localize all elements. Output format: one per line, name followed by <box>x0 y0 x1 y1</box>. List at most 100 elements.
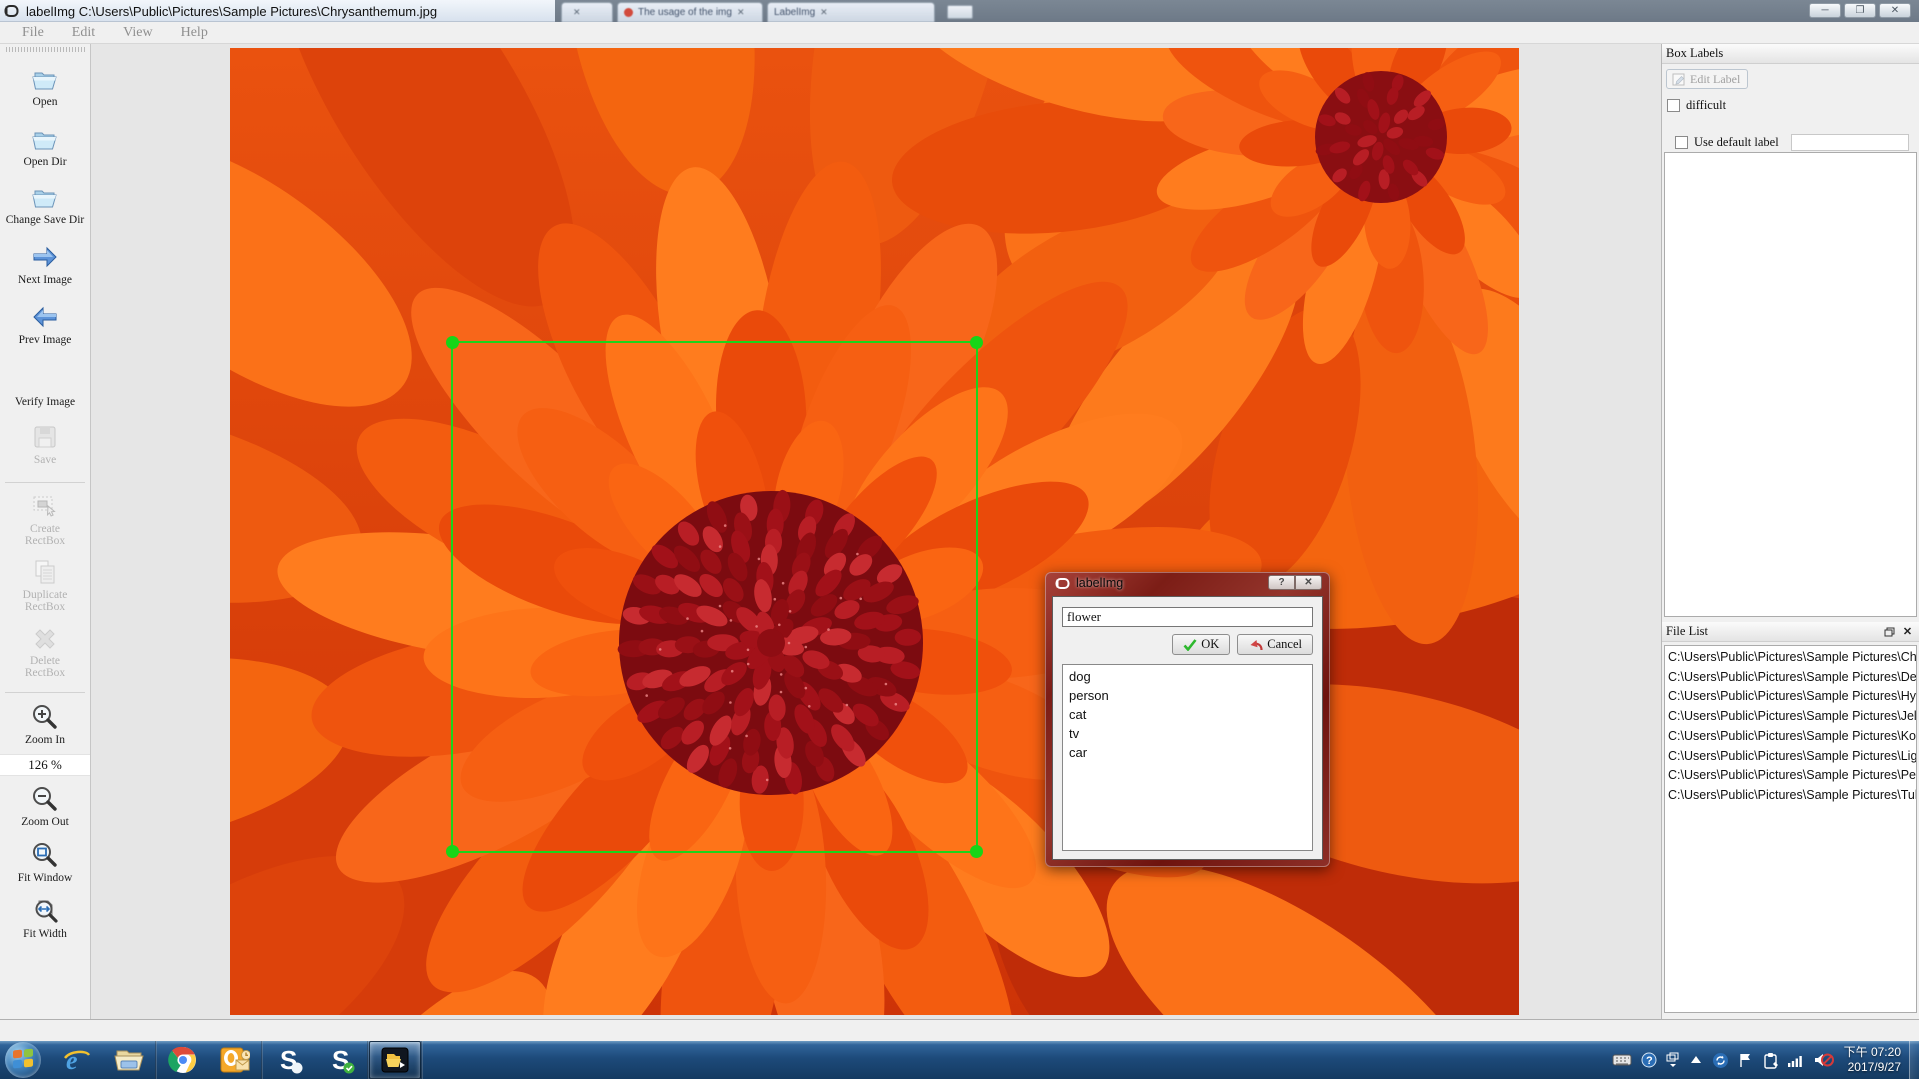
zoom-out-button[interactable]: Zoom Out <box>0 784 90 828</box>
keyboard-icon[interactable] <box>1612 1053 1632 1067</box>
zoom-level-value[interactable]: 126 % <box>0 754 90 776</box>
file-list-item[interactable]: C:\Users\Public\Pictures\Sample Pictures… <box>1665 668 1916 688</box>
change-save-dir-button[interactable]: Change Save Dir <box>0 182 90 226</box>
tab-close-icon[interactable]: ✕ <box>573 7 581 18</box>
label-options-list[interactable]: dogpersoncattvcar <box>1062 664 1313 851</box>
edit-label-button[interactable]: Edit Label <box>1666 69 1748 89</box>
duplicate-rectbox-button: Duplicate RectBox <box>0 557 90 613</box>
toolbar-label: Change Save Dir <box>6 214 85 226</box>
toolbar-label: Save <box>34 454 56 466</box>
bounding-box[interactable] <box>451 341 978 853</box>
dialog-body: OK Cancel dogpersoncattvcar <box>1052 596 1323 860</box>
volume-muted-icon[interactable] <box>1814 1052 1834 1068</box>
cancel-button[interactable]: Cancel <box>1237 634 1313 655</box>
dialog-help-button[interactable]: ? <box>1268 575 1295 590</box>
clipboard-icon[interactable] <box>1763 1052 1778 1069</box>
next-image-button[interactable]: Next Image <box>0 242 90 286</box>
toolbar-label: Zoom In <box>25 734 65 746</box>
taskbar-internet-explorer[interactable]: e <box>51 1041 103 1079</box>
internet-explorer-icon: e <box>62 1045 92 1075</box>
taskbar-labelimg[interactable] <box>369 1041 421 1079</box>
file-list-item[interactable]: C:\Users\Public\Pictures\Sample Pictures… <box>1665 786 1916 806</box>
open-button[interactable]: Open <box>0 64 90 108</box>
label-input[interactable] <box>1062 607 1313 627</box>
menu-edit[interactable]: Edit <box>60 24 107 42</box>
file-list-item[interactable]: C:\Users\Public\Pictures\Sample Pictures… <box>1665 747 1916 767</box>
check-icon <box>1183 639 1197 651</box>
dialog-close-button[interactable]: ✕ <box>1295 575 1322 590</box>
menu-view[interactable]: View <box>111 24 164 42</box>
labelimg-icon <box>380 1046 410 1074</box>
file-list-item[interactable]: C:\Users\Public\Pictures\Sample Pictures… <box>1665 648 1916 668</box>
labelimg-dialog-icon <box>1055 577 1070 590</box>
label-option-cat[interactable]: cat <box>1063 705 1312 724</box>
arrow-left-icon <box>31 302 59 332</box>
action-center-icon[interactable] <box>1738 1052 1754 1068</box>
zoom-in-button[interactable]: Zoom In <box>0 702 90 746</box>
default-label-input[interactable] <box>1791 134 1909 151</box>
dock-float-icon[interactable] <box>1882 625 1897 638</box>
network-icon[interactable] <box>1787 1053 1805 1067</box>
dialog-titlebar[interactable]: labelImg <box>1055 576 1123 590</box>
taskbar-separator <box>421 1041 423 1079</box>
file-list-item[interactable]: C:\Users\Public\Pictures\Sample Pictures… <box>1665 707 1916 727</box>
new-tab-button[interactable] <box>947 5 973 19</box>
background-tab[interactable]: The usage of the img ✕ <box>617 2 763 22</box>
ok-button[interactable]: OK <box>1172 634 1230 655</box>
edit-icon <box>1672 72 1686 86</box>
toolbar-separator <box>5 482 85 483</box>
tab-close-icon[interactable]: ✕ <box>737 7 745 18</box>
help-icon[interactable]: ? <box>1641 1052 1657 1068</box>
menu-help[interactable]: Help <box>169 24 220 42</box>
taskbar-skype[interactable]: S <box>263 1041 315 1079</box>
background-tab[interactable]: LabelImg ✕ <box>767 2 935 22</box>
label-option-car[interactable]: car <box>1063 743 1312 762</box>
toolbar-drag-handle[interactable] <box>6 47 85 52</box>
difficult-checkbox[interactable] <box>1667 99 1680 112</box>
restore-button[interactable]: ❐ <box>1844 3 1876 18</box>
show-hidden-icon[interactable] <box>1689 1055 1703 1065</box>
fit-window-button[interactable]: Fit Window <box>0 840 90 884</box>
open-dir-button[interactable]: Open Dir <box>0 124 90 168</box>
sync-icon[interactable] <box>1712 1052 1729 1069</box>
toolbar-separator <box>5 692 85 693</box>
minimize-button[interactable]: ─ <box>1809 3 1841 18</box>
save-button: Save <box>0 422 90 466</box>
file-list-item[interactable]: C:\Users\Public\Pictures\Sample Pictures… <box>1665 727 1916 747</box>
dock-close-icon[interactable]: ✕ <box>1900 625 1915 638</box>
start-button[interactable] <box>5 1042 41 1078</box>
bbox-handle-top-left[interactable] <box>446 336 459 349</box>
file-list-item[interactable]: C:\Users\Public\Pictures\Sample Pictures… <box>1665 687 1916 707</box>
label-option-tv[interactable]: tv <box>1063 724 1312 743</box>
fit-width-icon <box>31 896 59 926</box>
verify-image-button[interactable]: Verify Image <box>0 364 90 408</box>
tab-close-icon[interactable]: ✕ <box>820 7 828 18</box>
label-option-dog[interactable]: dog <box>1063 667 1312 686</box>
bbox-handle-bottom-right[interactable] <box>970 845 983 858</box>
close-button[interactable]: ✕ <box>1879 3 1911 18</box>
file-list[interactable]: C:\Users\Public\Pictures\Sample Pictures… <box>1664 645 1917 1013</box>
show-desktop-button[interactable] <box>1909 1041 1919 1079</box>
taskbar-windows-explorer[interactable] <box>103 1041 155 1079</box>
bbox-handle-bottom-left[interactable] <box>446 845 459 858</box>
folder-icon <box>31 64 59 94</box>
file-list-item[interactable]: C:\Users\Public\Pictures\Sample Pictures… <box>1665 766 1916 786</box>
image-canvas[interactable] <box>91 44 1661 1019</box>
bbox-handle-top-right[interactable] <box>970 336 983 349</box>
toolbar: Open Open Dir Change Save Dir Next Image Pre… <box>0 44 91 1041</box>
taskbar-clock[interactable]: 下午 07:20 2017/9/27 <box>1844 1045 1901 1075</box>
box-labels-list[interactable] <box>1664 152 1917 617</box>
label-option-person[interactable]: person <box>1063 686 1312 705</box>
background-tab[interactable]: ✕ <box>561 2 613 22</box>
taskbar: e SS ? 下午 07:20 2017/9/27 <box>0 1041 1919 1079</box>
taskbar-outlook[interactable] <box>209 1041 261 1079</box>
use-default-label-checkbox[interactable] <box>1675 136 1688 149</box>
menu-file[interactable]: File <box>10 24 56 42</box>
taskbar-skype-online[interactable]: S <box>315 1041 367 1079</box>
prev-image-button[interactable]: Prev Image <box>0 302 90 346</box>
svg-text:?: ? <box>1646 1055 1653 1067</box>
titlebar: labelImg C:\Users\Public\Pictures\Sample… <box>0 0 1919 22</box>
language-bar-icon[interactable] <box>1666 1052 1680 1068</box>
fit-width-button[interactable]: Fit Width <box>0 896 90 940</box>
taskbar-chrome[interactable] <box>157 1041 209 1079</box>
